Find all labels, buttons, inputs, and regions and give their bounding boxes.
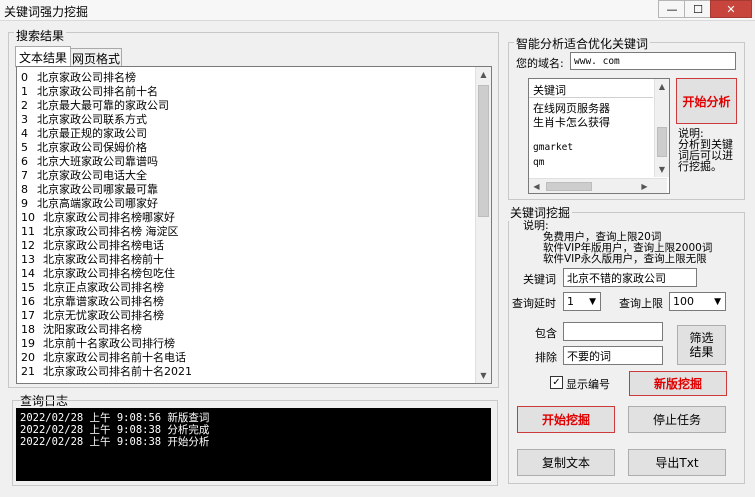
exclude-label: 排除 [535, 351, 557, 364]
keyword-input[interactable]: 北京不错的家政公司 [563, 268, 697, 287]
mining-note-line: 软件VIP永久版用户，查询上限无限 [543, 253, 707, 265]
list-item[interactable]: 15 北京正点家政公司排名榜 [21, 281, 164, 295]
results-scrollbar[interactable]: ▲ ▼ [475, 67, 491, 383]
list-item[interactable]: 21 北京家政公司排名前十名2021 [21, 365, 192, 379]
results-list[interactable]: ▲ ▼ 0 北京家政公司排名榜 1 北京家政公司排名前十名 2 北京最大最可靠的家政公… [16, 66, 492, 384]
stop-task-button[interactable]: 停止任务 [628, 406, 726, 433]
header-divider [529, 97, 653, 98]
list-item[interactable]: 0 北京家政公司排名榜 [21, 71, 136, 85]
list-item[interactable]: 20 北京家政公司排名前十名电话 [21, 351, 186, 365]
keyword-vscroll[interactable]: ▲ ▼ [654, 79, 669, 177]
analysis-title: 智能分析适合优化关键词 [514, 35, 651, 52]
list-item[interactable]: 8 北京家政公司哪家最可靠 [21, 183, 158, 197]
include-label: 包含 [535, 327, 557, 340]
show-number-label: 显示编号 [566, 378, 610, 391]
close-button[interactable]: ✕ [710, 0, 752, 18]
minimize-button[interactable]: — [658, 0, 686, 18]
list-item[interactable]: 1 北京家政公司排名前十名 [21, 85, 158, 99]
scroll-thumb[interactable] [478, 85, 489, 217]
tab-web-format[interactable]: 网页格式 [70, 48, 122, 67]
log-line: 2022/02/28 上午 9:08:38 开始分析 [20, 436, 210, 448]
window-title: 关键词强力挖掘 [4, 5, 89, 19]
list-item[interactable]: 7 北京家政公司电话大全 [21, 169, 147, 183]
keyword-item[interactable]: 生肖卡怎么获得 [533, 114, 610, 130]
domain-input[interactable]: www. com [570, 52, 736, 70]
search-results-title: 搜索结果 [14, 27, 67, 44]
limit-select[interactable]: 100 ▼ [669, 292, 726, 311]
scroll-down-icon[interactable]: ▼ [476, 368, 491, 383]
scroll-up-icon[interactable]: ▲ [655, 79, 669, 94]
scroll-up-icon[interactable]: ▲ [476, 67, 491, 82]
keyword-hscroll[interactable]: ◀ ▶ [529, 178, 667, 193]
list-item[interactable]: 11 北京家政公司排名榜 海淀区 [21, 225, 179, 239]
title-bar [0, 0, 755, 21]
maximize-button[interactable]: ☐ [684, 0, 712, 18]
list-item[interactable]: 14 北京家政公司排名榜包吃住 [21, 267, 175, 281]
scroll-right-icon[interactable]: ▶ [637, 179, 652, 193]
limit-value: 100 [673, 295, 694, 308]
list-item[interactable]: 16 北京靠谱家政公司排名榜 [21, 295, 164, 309]
keyword-list[interactable]: 关键词 在线网页服务器 生肖卡怎么获得 gmarket qm ▲ ▼ ◀ ▶ [528, 78, 670, 194]
list-item[interactable]: 2 北京最大最可靠的家政公司 [21, 99, 169, 113]
list-item[interactable]: 10 北京家政公司排名榜哪家好 [21, 211, 175, 225]
new-mining-button[interactable]: 新版挖掘 [629, 371, 727, 396]
delay-label: 查询延时 [512, 297, 556, 310]
keyword-item[interactable]: gmarket [533, 142, 573, 153]
list-item[interactable]: 17 北京无忧家政公司排名榜 [21, 309, 164, 323]
delay-select[interactable]: 1 ▼ [563, 292, 601, 311]
chevron-down-icon: ▼ [589, 296, 596, 307]
keyword-label: 关键词 [523, 273, 556, 286]
scroll-down-icon[interactable]: ▼ [655, 162, 669, 177]
analysis-note: 说明: 分析到关键 词后可以进 行挖掘。 [678, 127, 733, 173]
export-txt-button[interactable]: 导出Txt [628, 449, 726, 476]
list-item[interactable]: 6 北京大班家政公司靠谱吗 [21, 155, 158, 169]
list-item[interactable]: 19 北京前十名家政公司排行榜 [21, 337, 175, 351]
keyword-list-header: 关键词 [533, 84, 566, 97]
limit-label: 查询上限 [619, 297, 663, 310]
list-item[interactable]: 3 北京家政公司联系方式 [21, 113, 147, 127]
list-item[interactable]: 9 北京高端家政公司哪家好 [21, 197, 158, 211]
chevron-down-icon: ▼ [714, 296, 721, 307]
include-input[interactable] [563, 322, 663, 341]
list-item[interactable]: 13 北京家政公司排名榜前十 [21, 253, 164, 267]
list-item[interactable]: 18 沈阳家政公司排名榜 [21, 323, 142, 337]
start-mining-button[interactable]: 开始挖掘 [517, 406, 615, 433]
show-number-checkbox[interactable]: ✓ [550, 376, 563, 389]
scroll-thumb[interactable] [657, 127, 667, 157]
query-log-box[interactable]: 2022/02/28 上午 9:08:56 新版查词 2022/02/28 上午… [16, 408, 491, 481]
hscroll-thumb[interactable] [546, 182, 592, 191]
exclude-input[interactable]: 不要的词 [563, 346, 663, 365]
domain-label: 您的域名: [516, 57, 564, 70]
list-item[interactable]: 5 北京家政公司保姆价格 [21, 141, 147, 155]
delay-value: 1 [567, 295, 574, 308]
keyword-item[interactable]: qm [533, 157, 544, 168]
copy-text-button[interactable]: 复制文本 [517, 449, 615, 476]
filter-results-button[interactable]: 筛选 结果 [677, 325, 726, 365]
list-item[interactable]: 12 北京家政公司排名榜电话 [21, 239, 164, 253]
start-analysis-button[interactable]: 开始分析 [676, 78, 737, 124]
tab-text-results[interactable]: 文本结果 [15, 46, 71, 67]
list-item[interactable]: 4 北京最正规的家政公司 [21, 127, 147, 141]
scroll-left-icon[interactable]: ◀ [529, 179, 544, 193]
